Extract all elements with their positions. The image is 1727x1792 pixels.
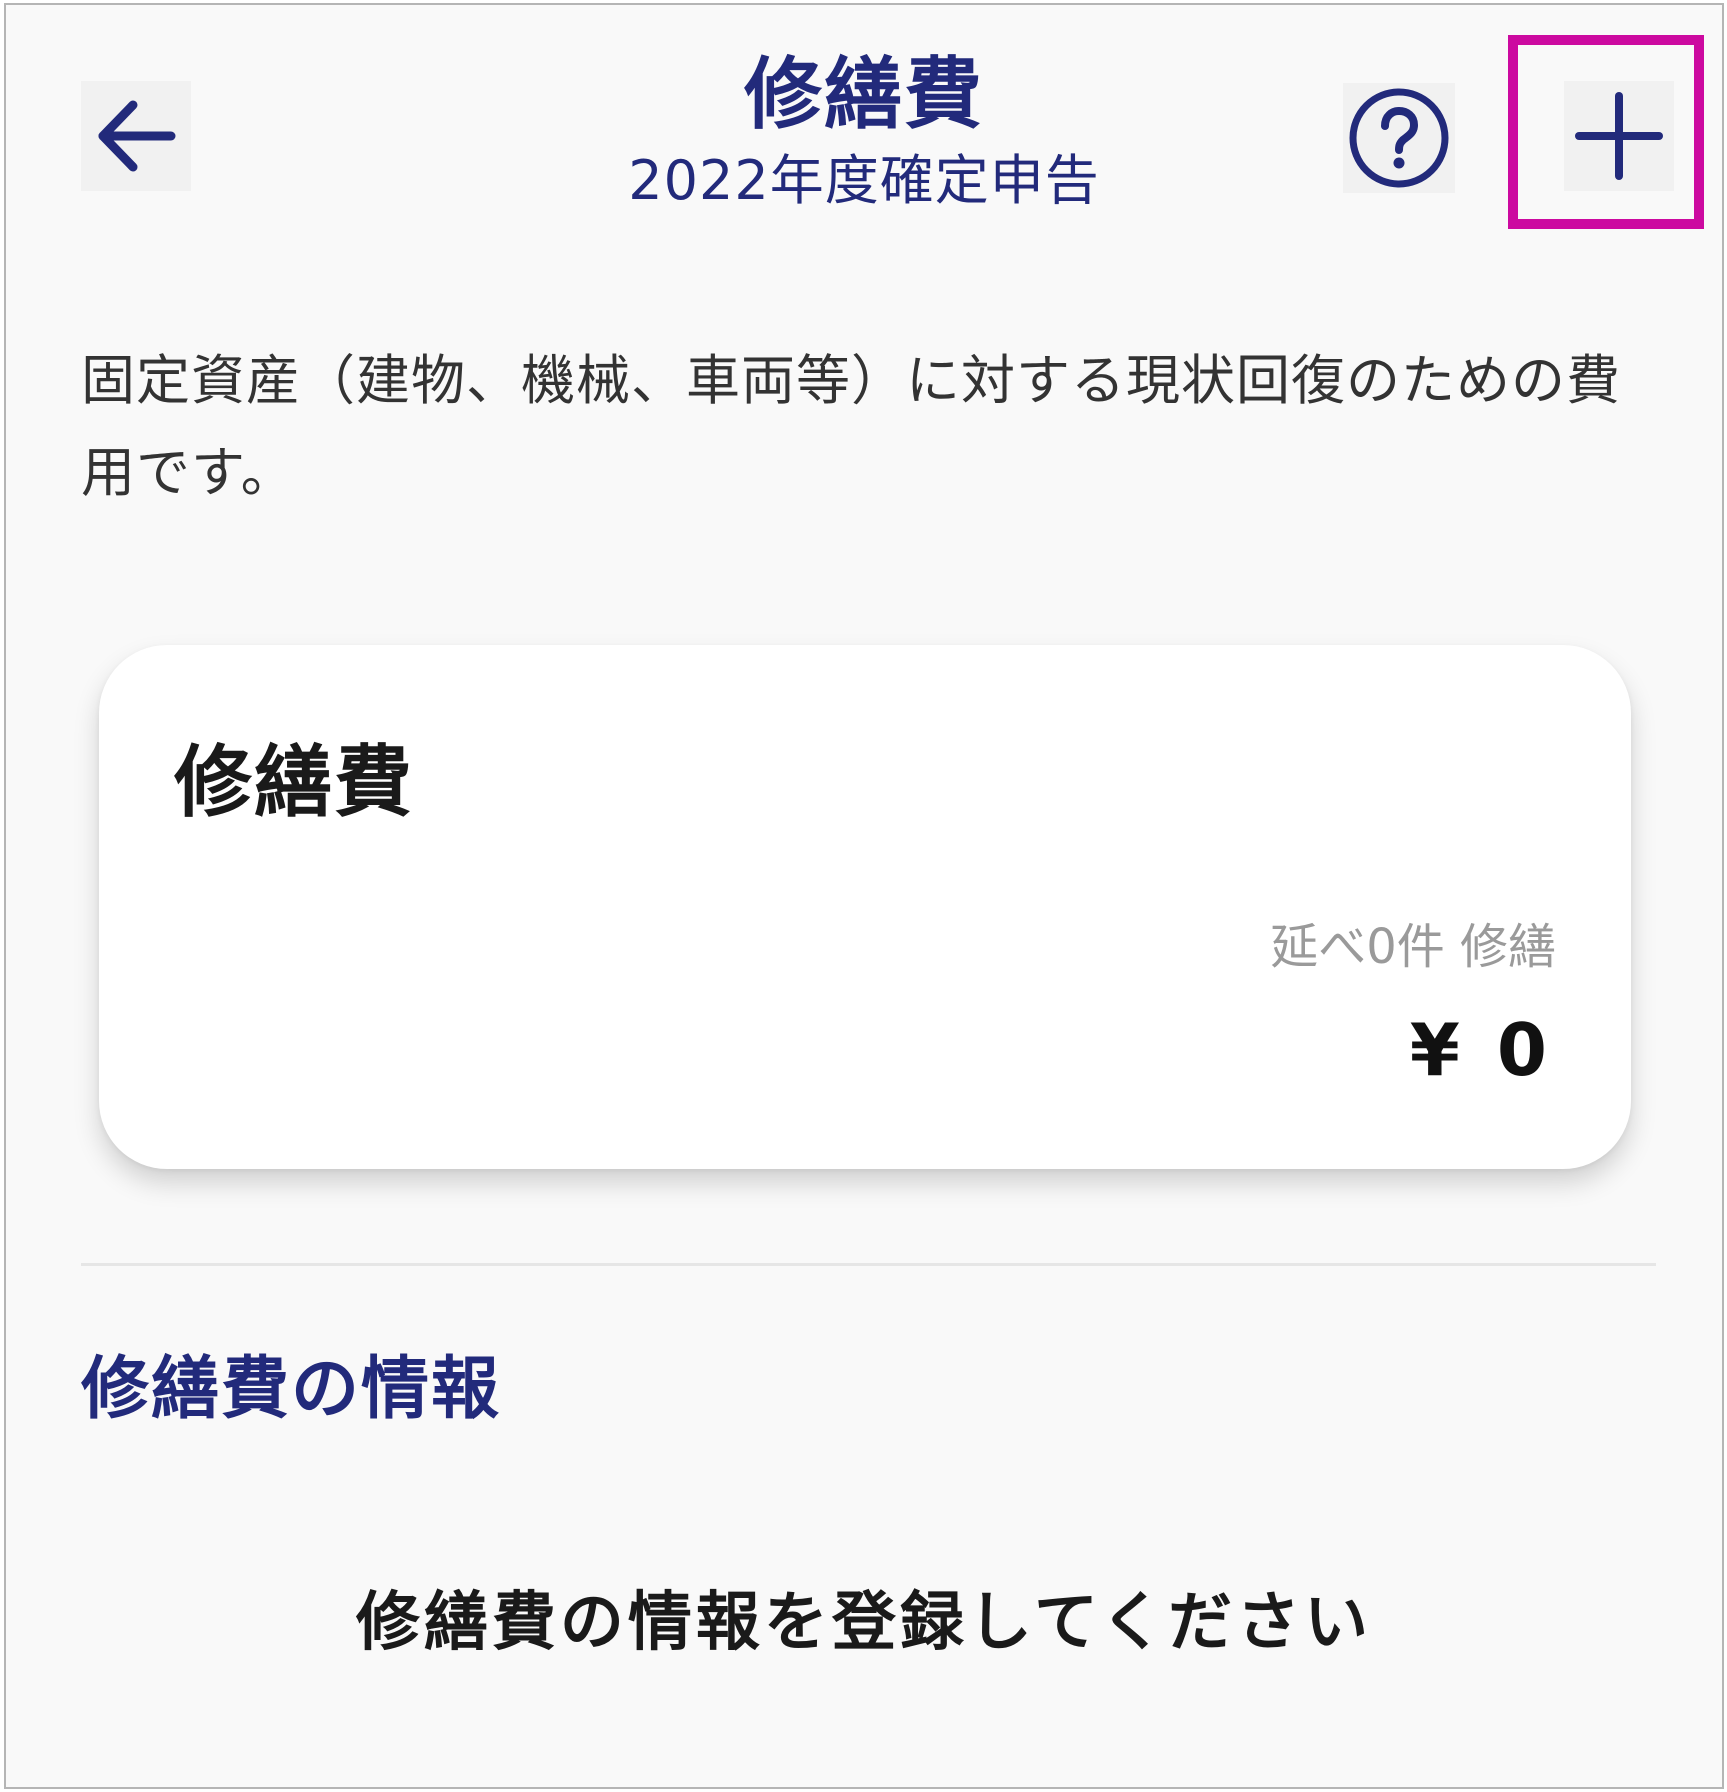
page-title: 修繕費 — [743, 50, 984, 140]
header-bar: 修繕費 2022年度確定申告 — [6, 5, 1722, 255]
title-block: 修繕費 2022年度確定申告 — [506, 45, 1222, 217]
card-amount: ¥ 0 — [1409, 1008, 1553, 1092]
page-description: 固定資産（建物、機械、車両等）に対する現状回復のための費用です。 — [81, 349, 1621, 504]
empty-state-message: 修繕費の情報を登録してください — [355, 1586, 1373, 1660]
card-count: 延べ0件 修繕 — [1270, 919, 1556, 975]
help-button[interactable] — [1343, 83, 1455, 193]
section-heading: 修繕費の情報 — [81, 1350, 502, 1429]
arrow-left-icon — [98, 100, 176, 172]
app-screen: 修繕費 2022年度確定申告 固定資産（建物、機械、車両等）に対する現状回復のた… — [4, 3, 1724, 1789]
plus-icon — [1575, 92, 1663, 180]
page-subtitle: 2022年度確定申告 — [628, 149, 1100, 212]
summary-card[interactable]: 修繕費 延べ0件 修繕 ¥ 0 — [99, 645, 1631, 1169]
card-title: 修繕費 — [174, 738, 415, 828]
add-button[interactable] — [1564, 81, 1674, 191]
back-button[interactable] — [81, 81, 191, 191]
question-circle-icon — [1349, 88, 1449, 188]
divider — [81, 1263, 1656, 1266]
